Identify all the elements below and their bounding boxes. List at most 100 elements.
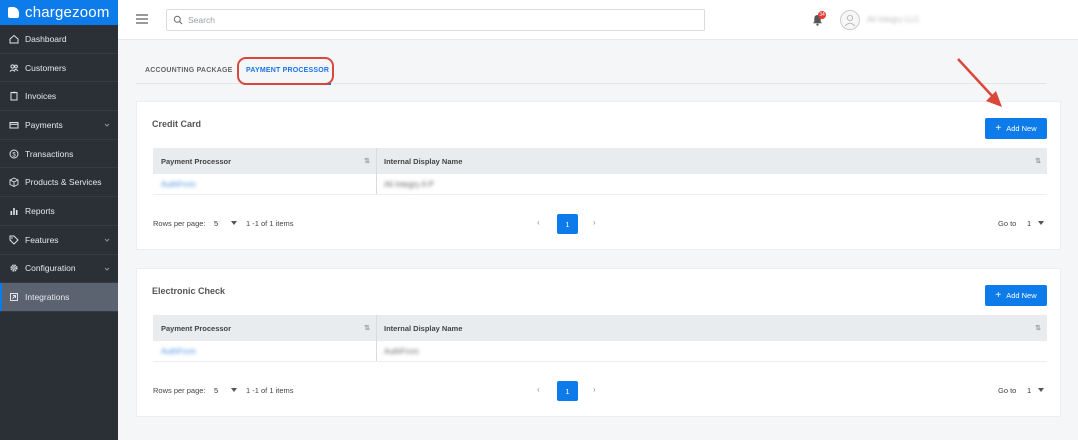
chevron-left-icon[interactable]: ‹ [537, 385, 540, 394]
home-icon [9, 34, 19, 44]
processor-link[interactable]: AuthFrcm [161, 180, 196, 189]
sidebar-item-payments[interactable]: Payments [0, 111, 118, 140]
sidebar-item-label: Configuration [25, 263, 76, 274]
rows-per-page-label: Rows per page: [153, 386, 206, 395]
brand-logo[interactable]: chargezoom [0, 0, 118, 25]
credit-card-pagination: Rows per page: 5 1 -1 of 1 items ‹ 1 › G… [153, 214, 1047, 234]
box-icon [9, 177, 19, 188]
caret-down-icon[interactable] [1038, 388, 1044, 392]
sidebar: chargezoom Dashboard Customers Invoices … [0, 0, 118, 440]
table-header: Payment Processor ⇅ Internal Display Nam… [153, 148, 1047, 174]
page-button-current[interactable]: 1 [557, 214, 578, 234]
add-new-label: Add New [1006, 124, 1037, 133]
bar-chart-icon [9, 206, 19, 216]
sort-icon[interactable]: ⇅ [364, 157, 370, 165]
tab-accounting-package[interactable]: ACCOUNTING PACKAGE [145, 56, 232, 84]
caret-down-icon[interactable] [231, 388, 237, 392]
table-cell: Ali Integry A P [377, 174, 1047, 194]
processor-link[interactable]: AuthFrcm [161, 347, 196, 356]
add-new-label: Add New [1006, 291, 1037, 300]
table-row: AuthFrcm Ali Integry A P [153, 174, 1047, 195]
sidebar-item-configuration[interactable]: Configuration [0, 255, 118, 284]
notification-badge: 34 [818, 11, 826, 19]
electronic-check-panel: Electronic Check + Add New Payment Proce… [136, 268, 1061, 417]
plug-icon [9, 292, 19, 302]
column-header-payment-processor[interactable]: Payment Processor ⇅ [153, 315, 377, 341]
brand-name: chargezoom [25, 4, 110, 21]
credit-card-add-new-button[interactable]: + Add New [985, 118, 1047, 139]
sidebar-item-reports[interactable]: Reports [0, 197, 118, 226]
avatar[interactable] [840, 10, 860, 30]
sort-icon[interactable]: ⇅ [1035, 324, 1041, 332]
caret-down-icon[interactable] [231, 221, 237, 225]
users-icon [9, 63, 19, 73]
sidebar-item-dashboard[interactable]: Dashboard [0, 25, 118, 54]
sidebar-item-invoices[interactable]: Invoices [0, 82, 118, 112]
page-button-current[interactable]: 1 [557, 381, 578, 401]
sidebar-item-products-services[interactable]: Products & Services [0, 168, 118, 198]
sidebar-item-label: Payments [25, 119, 63, 130]
credit-card-table: Payment Processor ⇅ Internal Display Nam… [153, 148, 1047, 195]
sidebar-item-label: Transactions [25, 148, 74, 159]
credit-card-panel: Credit Card + Add New Payment Processor … [136, 101, 1061, 250]
chargezoom-logo-icon [8, 7, 19, 18]
electronic-check-add-new-button[interactable]: + Add New [985, 285, 1047, 306]
dollar-icon: $ [9, 149, 19, 159]
electronic-check-title: Electronic Check [152, 286, 226, 296]
pagination-range: 1 -1 of 1 items [246, 219, 294, 228]
goto-label: Go to [998, 219, 1017, 228]
rows-per-page-select[interactable]: 5 [214, 386, 218, 395]
sidebar-item-label: Dashboard [25, 33, 67, 44]
chevron-down-icon [104, 123, 110, 127]
gear-icon [9, 263, 19, 273]
credit-card-title: Credit Card [152, 119, 202, 129]
sidebar-item-customers[interactable]: Customers [0, 54, 118, 83]
sidebar-item-features[interactable]: Features [0, 226, 118, 255]
tag-icon [9, 235, 19, 245]
tab-bar: ACCOUNTING PACKAGE PAYMENT PROCESSOR [136, 56, 1046, 85]
goto-select[interactable]: 1 [1027, 386, 1031, 395]
chevron-right-icon[interactable]: › [593, 218, 596, 227]
sidebar-item-label: Integrations [25, 292, 70, 303]
sidebar-item-label: Invoices [25, 91, 57, 102]
table-cell: AuthFrcm [377, 341, 1047, 361]
user-icon [844, 14, 856, 27]
caret-down-icon[interactable] [1038, 221, 1044, 225]
topbar [118, 0, 1078, 40]
electronic-check-pagination: Rows per page: 5 1 -1 of 1 items ‹ 1 › G… [153, 381, 1047, 401]
table-row: AuthFrcm AuthFrcm [153, 341, 1047, 362]
search-box[interactable] [166, 9, 705, 31]
sidebar-item-label: Products & Services [25, 177, 102, 188]
sidebar-item-transactions[interactable]: $ Transactions [0, 140, 118, 169]
tab-payment-processor[interactable]: PAYMENT PROCESSOR [243, 56, 332, 85]
username[interactable]: Ali Integry LLC [867, 15, 919, 24]
display-name-value: AuthFrcm [384, 346, 419, 356]
goto-select[interactable]: 1 [1027, 219, 1031, 228]
electronic-check-table: Payment Processor ⇅ Internal Display Nam… [153, 315, 1047, 362]
table-cell: AuthFrcm [153, 341, 377, 361]
chevron-left-icon[interactable]: ‹ [537, 218, 540, 227]
sort-icon[interactable]: ⇅ [1035, 157, 1041, 165]
sidebar-item-label: Features [25, 234, 59, 245]
chevron-down-icon [104, 267, 110, 271]
plus-icon: + [995, 123, 1002, 134]
column-header-payment-processor[interactable]: Payment Processor ⇅ [153, 148, 377, 174]
column-header-internal-display-name[interactable]: Internal Display Name ⇅ [377, 315, 1047, 341]
chevron-down-icon [104, 238, 110, 242]
goto-label: Go to [998, 386, 1017, 395]
chevron-right-icon[interactable]: › [593, 385, 596, 394]
sort-icon[interactable]: ⇅ [364, 324, 370, 332]
clipboard-icon [9, 91, 19, 101]
rows-per-page-select[interactable]: 5 [214, 219, 218, 228]
pagination-range: 1 -1 of 1 items [246, 386, 294, 395]
column-header-internal-display-name[interactable]: Internal Display Name ⇅ [377, 148, 1047, 174]
sidebar-item-integrations[interactable]: Integrations [0, 283, 118, 312]
display-name-value: Ali Integry A P [384, 179, 434, 189]
menu-toggle-icon[interactable] [136, 14, 148, 24]
table-cell: AuthFrcm [153, 174, 377, 194]
rows-per-page-label: Rows per page: [153, 219, 206, 228]
card-icon [9, 120, 19, 130]
plus-icon: + [995, 290, 1002, 301]
search-input[interactable] [188, 15, 688, 25]
table-header: Payment Processor ⇅ Internal Display Nam… [153, 315, 1047, 341]
